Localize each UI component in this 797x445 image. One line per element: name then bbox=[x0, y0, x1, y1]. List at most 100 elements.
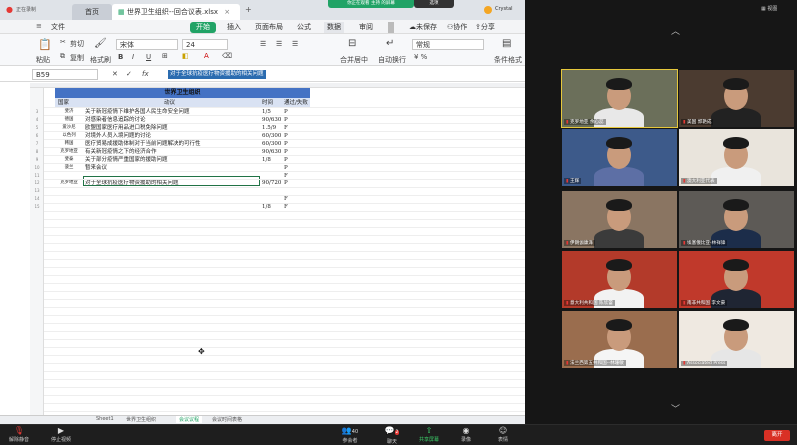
underline-button[interactable]: U bbox=[146, 53, 151, 61]
align-right-icon[interactable]: ☰ bbox=[292, 40, 298, 48]
record-icon: ◉ bbox=[462, 426, 470, 435]
sheet-tab-1[interactable]: Sheet1 bbox=[96, 416, 114, 422]
ribbon-tab-review[interactable]: 审阅 bbox=[356, 22, 376, 33]
sheet-title-cell[interactable]: 世界卫生组织 bbox=[55, 88, 310, 98]
participant-hair bbox=[606, 259, 632, 271]
font-select[interactable]: 宋体 bbox=[116, 39, 178, 50]
participant-hair bbox=[606, 199, 632, 211]
confirm-icon[interactable]: ✓ bbox=[126, 70, 132, 78]
wrap-button[interactable]: 自动换行 bbox=[378, 55, 406, 65]
participant-tile[interactable]: ▮ 埃塞俄比亚-林祥锋 bbox=[679, 191, 794, 248]
formula-input[interactable]: 对于全球抗疫医疗物资援助的相关问题 bbox=[168, 70, 266, 79]
header-topic[interactable]: 动议 bbox=[164, 99, 224, 107]
mic-off-icon: 🎙 bbox=[13, 426, 25, 435]
font-size-select[interactable]: 24 bbox=[182, 39, 228, 50]
leave-button[interactable]: 离开 bbox=[764, 430, 790, 441]
gallery-down-icon[interactable]: ﹀ bbox=[671, 402, 680, 415]
mute-button[interactable]: 🎙 解除静音 bbox=[6, 426, 32, 443]
share-button[interactable]: ⇪分享 bbox=[472, 22, 498, 33]
header-country[interactable]: 国家 bbox=[58, 99, 84, 107]
sheet-tab-2[interactable]: 世界卫生组织 bbox=[126, 416, 156, 423]
merge-button[interactable]: 合并居中 bbox=[340, 55, 368, 65]
menu-icon[interactable]: ≡ bbox=[36, 22, 42, 30]
participants-button[interactable]: 👥40 参会者 bbox=[336, 426, 364, 444]
align-center-icon[interactable]: ☰ bbox=[276, 40, 282, 48]
add-tab-icon[interactable]: + bbox=[245, 5, 252, 14]
tab-home[interactable]: 首页 bbox=[72, 4, 112, 20]
mic-muted-icon: ▮ bbox=[566, 301, 570, 306]
ribbon-tab-home[interactable]: 开始 bbox=[190, 22, 216, 33]
chat-button[interactable]: 💬2 聊天 bbox=[380, 426, 404, 445]
name-box[interactable]: B59 bbox=[32, 69, 98, 80]
format-painter-button[interactable]: 🖌 bbox=[94, 38, 107, 49]
ribbon-tab-page-layout[interactable]: 页面布局 bbox=[252, 22, 286, 33]
reactions-button[interactable]: ☺ 表情 bbox=[490, 426, 516, 443]
share-screen-label: 共享屏幕 bbox=[418, 437, 439, 443]
share-options-button[interactable]: 选项 bbox=[414, 0, 454, 8]
percent-icon[interactable]: ¥ % bbox=[414, 53, 427, 61]
unsaved-status[interactable]: ☁未保存 bbox=[406, 22, 440, 33]
participants-icon: 👥40 bbox=[341, 426, 359, 435]
clear-icon[interactable]: ⌫ bbox=[222, 52, 232, 60]
cut-label[interactable]: 剪切 bbox=[70, 39, 84, 49]
ribbon-tab-data[interactable]: 数据 bbox=[324, 22, 344, 33]
cut-icon[interactable]: ✂ bbox=[60, 38, 66, 46]
number-format-select[interactable]: 常规 bbox=[412, 39, 484, 50]
sheet-tab-4[interactable]: 会议时间表格 bbox=[212, 416, 242, 423]
row-number: 8 bbox=[35, 149, 39, 154]
collaborate-button[interactable]: ⚇协作 bbox=[444, 22, 470, 33]
participant-name: ▮ Associated Press bbox=[681, 361, 728, 366]
participant-tile[interactable]: ▮ 意大利共和国 陈欣蕾 bbox=[562, 251, 677, 308]
participant-tile[interactable]: ▮ 王辉 bbox=[562, 129, 677, 186]
align-left-icon[interactable]: ☰ bbox=[260, 40, 266, 48]
view-toggle-button[interactable]: ▦ 视图 bbox=[761, 5, 777, 12]
participant-tile[interactable]: ▮ 法兰西第五共和国--林珊敏 bbox=[562, 311, 677, 368]
tab-workbook-label: 世界卫生组织--回合议表.xlsx bbox=[126, 8, 219, 16]
participant-name: ▮ 美国 郭艳成 bbox=[681, 119, 714, 125]
bold-button[interactable]: B bbox=[118, 53, 123, 61]
cancel-icon[interactable]: ✕ bbox=[112, 70, 118, 78]
ribbon-tab-insert[interactable]: 插入 bbox=[224, 22, 244, 33]
header-pass[interactable]: 通过/失败 bbox=[284, 99, 314, 107]
share-screen-icon: ⇧ bbox=[425, 426, 433, 435]
video-button[interactable]: ▶ 停止视频 bbox=[46, 426, 76, 443]
video-label: 停止视频 bbox=[50, 437, 71, 443]
participant-hair bbox=[606, 78, 632, 90]
record-icon: ● bbox=[6, 5, 13, 14]
user-avatar[interactable] bbox=[484, 6, 492, 14]
tab-workbook[interactable]: ▦ 世界卫生组织--回合议表.xlsx × bbox=[112, 4, 240, 20]
copy-icon[interactable]: ⧉ bbox=[60, 52, 65, 61]
paste-label: 粘贴 bbox=[36, 56, 50, 64]
participant-tile[interactable]: ▮ Associated Press bbox=[679, 311, 794, 368]
mic-muted-icon: ▮ bbox=[683, 241, 687, 246]
mic-muted-icon: ▮ bbox=[566, 179, 570, 184]
gallery-up-icon[interactable]: ︿ bbox=[671, 24, 680, 37]
cond-format-button[interactable]: 条件格式 bbox=[494, 55, 522, 65]
close-icon[interactable]: × bbox=[224, 8, 230, 16]
paste-button[interactable]: 📋 bbox=[38, 38, 52, 51]
ribbon-tab-view[interactable]: 视图 bbox=[388, 22, 394, 33]
mic-muted-icon: ▮ bbox=[683, 179, 687, 184]
chat-label: 聊天 bbox=[386, 439, 397, 445]
fill-color-icon[interactable]: ◧ bbox=[182, 52, 189, 60]
copy-label[interactable]: 复制 bbox=[70, 53, 84, 63]
ribbon-tab-file[interactable]: 文件 bbox=[48, 22, 68, 33]
fx-icon[interactable]: fx bbox=[142, 70, 149, 78]
participant-tile[interactable]: ▮ 美国 郭艳成 bbox=[679, 70, 794, 127]
share-screen-button[interactable]: ⇧ 共享屏幕 bbox=[414, 426, 444, 443]
border-icon[interactable]: ⊞ bbox=[162, 52, 168, 60]
participant-tile[interactable]: ▮ 澳大利亚代表 bbox=[679, 129, 794, 186]
participant-tile[interactable]: ▮ 伊朗伽康泽 bbox=[562, 191, 677, 248]
record-button[interactable]: ◉ 录像 bbox=[454, 426, 478, 443]
italic-button[interactable]: I bbox=[132, 53, 134, 61]
participant-tile[interactable]: ▮ 南非共和国 李文豪 bbox=[679, 251, 794, 308]
spreadsheet-grid[interactable]: 世界卫生组织 国家 动议 时间 通过/失败 3斐济关于新冠疫情下维护各国人民生命… bbox=[0, 83, 525, 415]
wps-tab-bar: ● 正在录制 首页 ▦ 世界卫生组织--回合议表.xlsx × + 你正在观看 … bbox=[0, 0, 525, 20]
ribbon-tab-formula[interactable]: 公式 bbox=[294, 22, 314, 33]
participant-name: ▮ 伊朗伽康泽 bbox=[564, 240, 595, 246]
participant-tile[interactable]: ▮ 克罗地亚 余心蕊 bbox=[561, 69, 678, 128]
grid-lines bbox=[44, 107, 525, 415]
sheet-tab-3[interactable]: 会议议程 bbox=[176, 416, 203, 423]
header-time[interactable]: 时间 bbox=[262, 99, 284, 107]
font-color-icon[interactable]: A bbox=[204, 52, 209, 60]
